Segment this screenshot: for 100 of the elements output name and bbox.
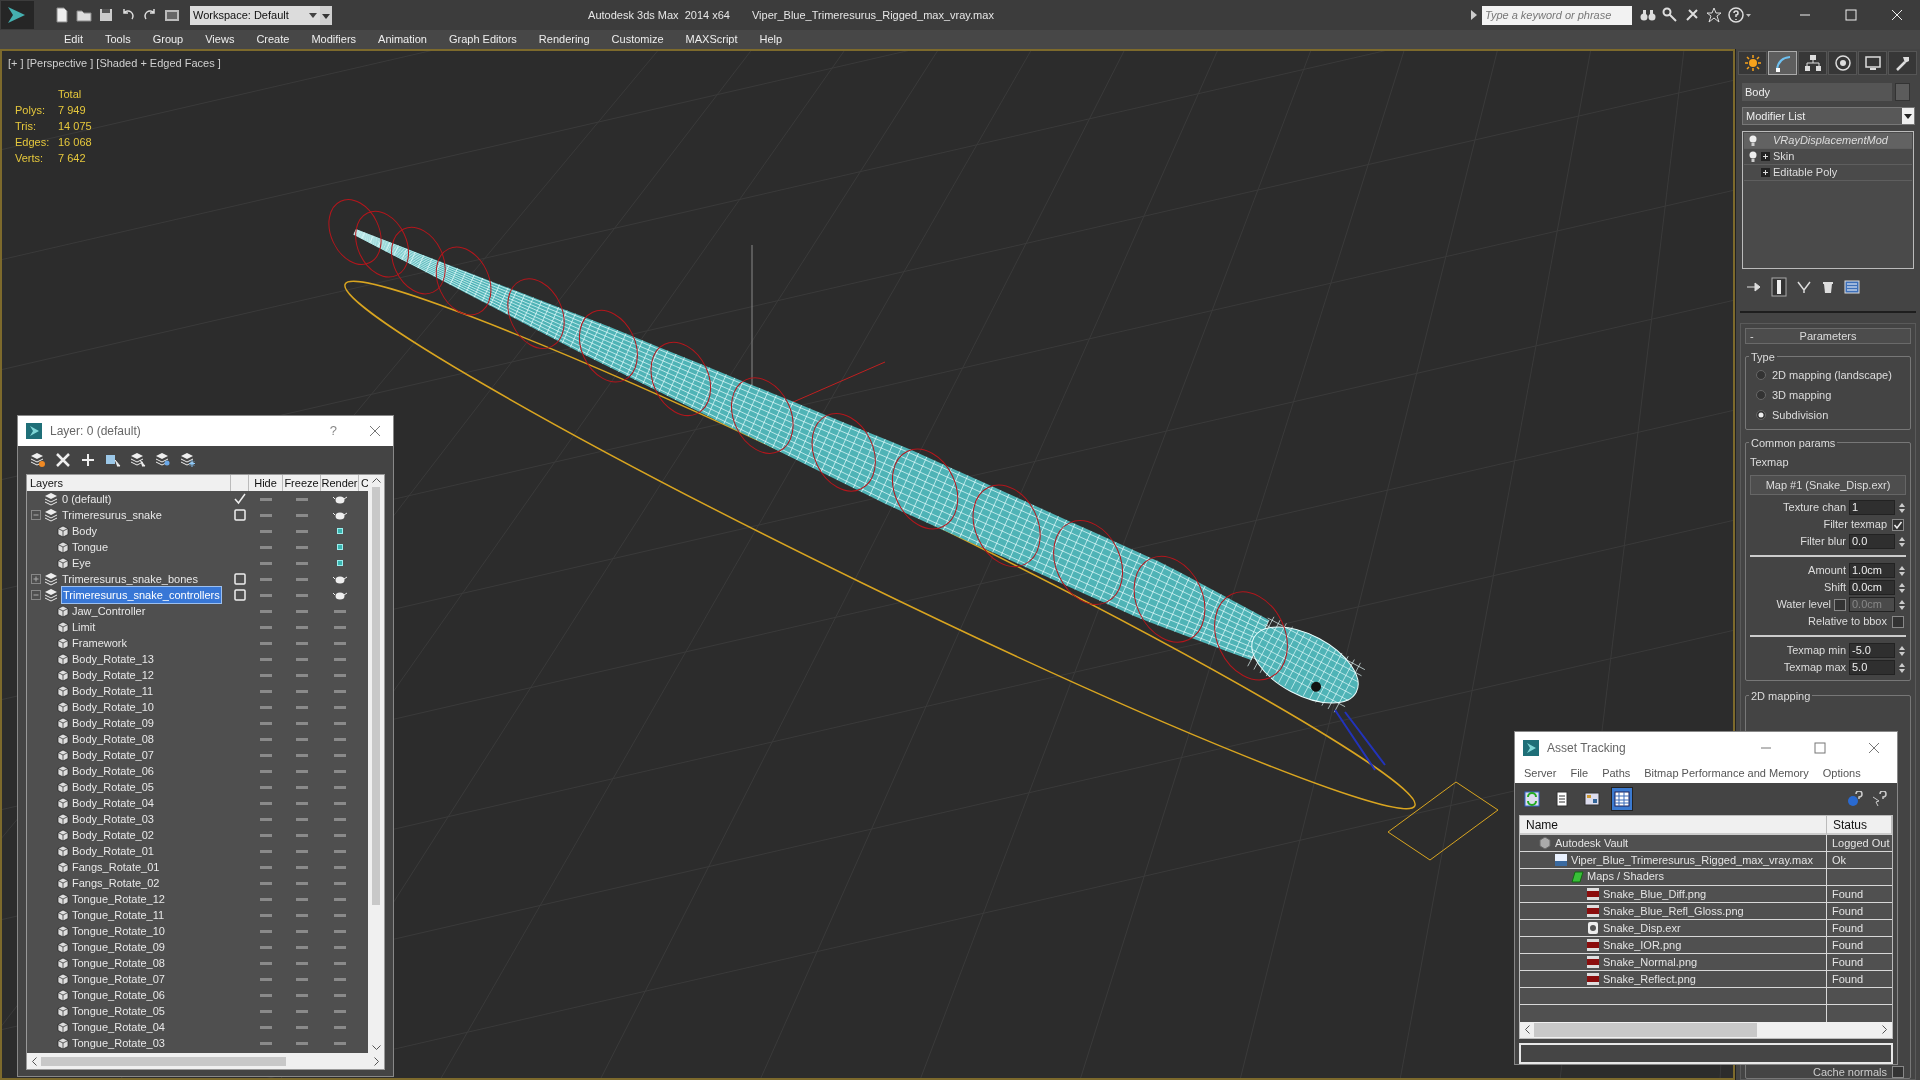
object-name[interactable]: Body_Rotate_11	[72, 682, 154, 700]
asset-status: Found	[1832, 954, 1864, 970]
column-header[interactable]: Name	[1520, 815, 1827, 834]
object-name[interactable]: Body_Rotate_12	[72, 666, 154, 684]
stat-value: 16 068	[58, 135, 92, 150]
object-name[interactable]: Body_Rotate_04	[72, 794, 154, 812]
object-name[interactable]: Body_Rotate_01	[72, 842, 154, 860]
column-header[interactable]: Status	[1827, 815, 1892, 834]
object-name[interactable]: Tongue_Rotate_06	[72, 986, 165, 1004]
checkbox-label: Relative to bbox	[1808, 614, 1887, 630]
object-name[interactable]: Fangs_Rotate_02	[72, 874, 160, 892]
object-name[interactable]: Framework	[72, 634, 127, 652]
column-header[interactable]: Render	[321, 475, 359, 491]
number-field[interactable]: -5.0	[1849, 643, 1895, 658]
object-name[interactable]: Body_Rotate_02	[72, 826, 154, 844]
object-name[interactable]: Body_Rotate_07	[72, 746, 154, 764]
column-header[interactable]: Hide	[249, 475, 283, 491]
menu-item[interactable]: Customize	[600, 30, 675, 49]
object-name[interactable]: Body_Rotate_09	[72, 714, 154, 732]
object-name-field[interactable]: Body	[1742, 83, 1892, 101]
asset-name[interactable]: Snake_Disp.exr	[1603, 919, 1681, 936]
asset-name[interactable]: Snake_IOR.png	[1603, 936, 1682, 953]
object-name[interactable]: Body	[72, 522, 98, 540]
menu-item[interactable]: Tools	[93, 30, 142, 49]
stat-value: 7 949	[58, 103, 87, 118]
layer-name[interactable]: Trimeresurus_snake	[61, 506, 163, 524]
menu-item[interactable]: Paths	[1595, 765, 1638, 782]
window-title: Asset Tracking	[1547, 740, 1627, 757]
menu-item[interactable]: Rendering	[527, 30, 601, 49]
help-button[interactable]: ?	[329, 421, 337, 441]
number-field[interactable]: 1.0cm	[1849, 563, 1895, 578]
object-name[interactable]: Body_Rotate_10	[72, 698, 154, 716]
texmap-label: Texmap	[1750, 454, 1789, 470]
asset-name[interactable]: Snake_Reflect.png	[1603, 970, 1696, 987]
menu-item[interactable]: File	[1563, 765, 1596, 782]
rollout-title: Parameters	[1798, 328, 1858, 344]
object-name[interactable]: Tongue_Rotate_12	[72, 890, 165, 908]
number-field[interactable]: 0.0cm	[1849, 580, 1895, 595]
field-label: Amount	[1808, 563, 1846, 579]
modifier-list-dropdown[interactable]: Modifier List	[1742, 107, 1915, 125]
object-name[interactable]: Eye	[72, 554, 91, 572]
stat-label: Tris:	[15, 119, 37, 134]
object-name[interactable]: Tongue_Rotate_10	[72, 922, 165, 940]
modifier-stack-item[interactable]: Editable Poly	[1744, 165, 1912, 181]
menu-item[interactable]: Create	[245, 30, 301, 49]
asset-name[interactable]: Snake_Blue_Diff.png	[1603, 885, 1707, 902]
app-title: Autodesk 3ds Max 2014 x64	[588, 7, 730, 23]
object-name[interactable]: Tongue	[72, 538, 109, 556]
asset-name[interactable]: Maps / Shaders	[1587, 868, 1665, 885]
object-name[interactable]: Body_Rotate_06	[72, 762, 154, 780]
object-name[interactable]: Body_Rotate_05	[72, 778, 154, 796]
object-name[interactable]: Tongue_Rotate_08	[72, 954, 165, 972]
search-field[interactable]: Type a keyword or phrase	[1482, 5, 1632, 25]
column-header[interactable]: Freeze	[283, 475, 321, 491]
object-name[interactable]: Tongue_Rotate_03	[72, 1034, 165, 1052]
object-name[interactable]: Body_Rotate_03	[72, 810, 154, 828]
menu-item[interactable]: Modifiers	[300, 30, 368, 49]
radio-option[interactable]: Subdivision	[1746, 405, 1829, 425]
menu-item[interactable]: Server	[1517, 765, 1564, 782]
column-header[interactable]: Layers	[27, 475, 231, 491]
rollout-header[interactable]: - Parameters	[1745, 328, 1911, 344]
field-label: Filter blur	[1800, 534, 1846, 550]
object-name[interactable]: Body_Rotate_08	[72, 730, 154, 748]
object-name[interactable]: Fangs_Rotate_01	[72, 858, 160, 876]
stat-label: Verts:	[15, 151, 45, 166]
workspace-dropdown[interactable]: Workspace: Default	[190, 5, 320, 25]
modifier-stack-item[interactable]: VRayDisplacementMod	[1744, 133, 1912, 149]
menu-item[interactable]: Edit	[53, 30, 94, 49]
object-name[interactable]: Tongue_Rotate_04	[72, 1018, 165, 1036]
asset-status: Found	[1832, 920, 1864, 936]
menu-item[interactable]: Graph Editors	[437, 30, 528, 49]
object-name[interactable]: Jaw_Controller	[72, 602, 146, 620]
asset-name[interactable]: Autodesk Vault	[1555, 834, 1629, 851]
radio-option[interactable]: 2D mapping (landscape)	[1746, 365, 1892, 385]
menu-item[interactable]: Options	[1815, 765, 1868, 782]
field-label: Water level	[1776, 597, 1831, 613]
modifier-stack-item[interactable]: Skin	[1744, 149, 1912, 165]
object-name[interactable]: Tongue_Rotate_07	[72, 970, 165, 988]
number-field[interactable]: 1	[1849, 500, 1895, 515]
asset-status: Ok	[1832, 852, 1847, 868]
viewport-label[interactable]: [+ ] [Perspective ] [Shaded + Edged Faces ]	[8, 55, 221, 72]
object-name[interactable]: Tongue_Rotate_11	[72, 906, 165, 924]
object-name[interactable]: Body_Rotate_13	[72, 650, 154, 668]
menu-item[interactable]: Group	[141, 30, 195, 49]
number-field[interactable]: 5.0	[1849, 660, 1895, 675]
object-name[interactable]: Tongue_Rotate_05	[72, 1002, 165, 1020]
menu-item[interactable]: Help	[748, 30, 794, 49]
field-label: Shift	[1824, 580, 1846, 596]
menu-item[interactable]: MAXScript	[674, 30, 749, 49]
menu-item[interactable]: Views	[194, 30, 246, 49]
number-field[interactable]: 0.0	[1849, 534, 1895, 549]
radio-option[interactable]: 3D mapping	[1746, 385, 1832, 405]
menu-item[interactable]: Animation	[367, 30, 438, 49]
asset-name[interactable]: Snake_Normal.png	[1603, 953, 1698, 970]
object-name[interactable]: Limit	[72, 618, 96, 636]
layer-name[interactable]: 0 (default)	[61, 490, 113, 508]
layer-name[interactable]: Trimeresurus_snake_bones	[61, 570, 199, 588]
texmap-button[interactable]: Map #1 (Snake_Disp.exr)	[1750, 475, 1906, 495]
object-name[interactable]: Tongue_Rotate_09	[72, 938, 165, 956]
layer-name[interactable]: Trimeresurus_snake_controllers	[61, 585, 222, 605]
